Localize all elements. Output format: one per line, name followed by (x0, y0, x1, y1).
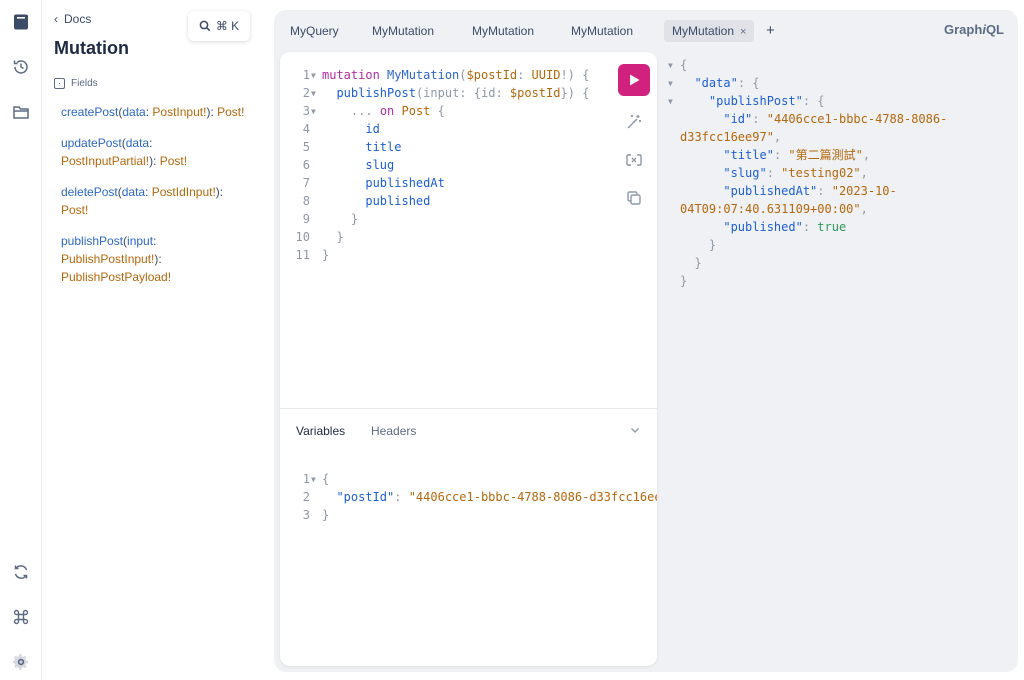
field-name[interactable]: deletePost (61, 185, 118, 199)
field-return-type[interactable]: Post! (160, 154, 187, 168)
shortcut-icon[interactable] (6, 602, 36, 632)
tab-my-mutation[interactable]: MyMutation (464, 20, 542, 42)
fold-arrow-icon[interactable]: ▼ (668, 75, 673, 93)
tab-label: MyMutation (672, 24, 735, 38)
docs-title: Mutation (54, 38, 129, 58)
field-name[interactable]: createPost (61, 105, 118, 119)
run-button[interactable] (618, 64, 650, 96)
fold-arrow-icon[interactable]: ▼ (311, 103, 316, 121)
code-line-3: ... on Post { (350, 104, 445, 118)
fold-arrow-icon[interactable]: ▼ (668, 57, 673, 75)
field-create-post: createPost(data: PostInput!): Post! (61, 105, 245, 119)
close-icon[interactable]: × (740, 26, 746, 38)
prettify-icon (627, 115, 641, 129)
docs-icon[interactable] (6, 7, 36, 37)
field-update-post: updatePost(data: PostInputPartial!): Pos… (61, 136, 188, 168)
merge-icon (626, 154, 642, 166)
refetch-icon[interactable] (6, 557, 36, 587)
field-arg-type[interactable]: PublishPostInput! (61, 252, 154, 266)
docs-back-link[interactable]: ‹ Docs (54, 12, 91, 26)
fields-icon: · (54, 78, 65, 89)
field-arg[interactable]: data (122, 105, 145, 119)
code-line-2: publishPost(input: {id: $postId}) { (336, 86, 590, 100)
chevron-left-icon: ‹ (54, 12, 58, 26)
field-name[interactable]: updatePost (61, 136, 122, 150)
code-line-10: } (336, 230, 344, 244)
tab-headers[interactable]: Headers (371, 424, 416, 438)
variables-editor[interactable]: 1 2 3 ▼ { "postId": "4406cce1-bbbc-4788-… (280, 470, 657, 530)
field-arg[interactable]: data (122, 185, 145, 199)
docs-panel: ‹ Docs ⌘ K Mutation · Fields createPost(… (42, 0, 274, 680)
tab-my-mutation[interactable]: MyMutation (364, 20, 442, 42)
field-arg[interactable]: input (127, 234, 153, 248)
copy-query-button[interactable] (620, 184, 648, 212)
field-return-type[interactable]: PublishPostPayload! (61, 270, 171, 284)
sidebar-icon-bar (0, 0, 42, 680)
field-arg[interactable]: data (126, 136, 149, 150)
field-return-type[interactable]: Post! (61, 203, 88, 217)
fold-arrow-icon[interactable]: ▼ (311, 67, 316, 85)
code-line-5: title (365, 140, 402, 154)
main-area: MyQuery MyMutation MyMutation MyMutation… (274, 10, 1018, 672)
copy-icon (627, 191, 641, 205)
tab-my-mutation-active[interactable]: MyMutation × (664, 20, 755, 42)
fold-arrow-icon[interactable]: ▼ (311, 85, 316, 103)
code-line-11: } (322, 248, 330, 262)
play-icon (630, 74, 640, 86)
prettify-button[interactable] (620, 108, 648, 136)
code-line-9: } (350, 212, 359, 226)
docs-search-button[interactable]: ⌘ K (188, 11, 250, 41)
code-line-4: id (365, 122, 380, 136)
settings-icon[interactable] (6, 647, 36, 677)
search-shortcut: ⌘ K (215, 19, 240, 33)
merge-fragments-button[interactable] (620, 146, 648, 174)
field-publish-post: publishPost(input: PublishPostInput!): P… (61, 234, 172, 284)
explorer-icon[interactable] (6, 97, 36, 127)
code-line-6: slug (365, 158, 395, 172)
field-name[interactable]: publishPost (61, 234, 123, 248)
code-line-8: published (365, 194, 431, 208)
variables-toolbar: Variables Headers (280, 408, 657, 454)
fold-arrow-icon[interactable]: ▼ (668, 93, 673, 111)
query-editor[interactable]: 1 2 3 4 5 6 7 8 9 10 11 ▼ ▼ ▼ mutation M… (280, 52, 657, 666)
tab-variables[interactable]: Variables (296, 424, 345, 438)
field-return-type[interactable]: Post! (217, 105, 244, 119)
code-line-1: mutation MyMutation($postId: UUID!) { (322, 68, 590, 82)
fields-label: Fields (71, 78, 98, 89)
fold-arrow-icon[interactable]: ▼ (311, 471, 316, 489)
fields-heading: · Fields (54, 78, 98, 89)
graphiql-logo: GraphiQL (944, 22, 1004, 37)
add-tab-button[interactable]: + (766, 20, 775, 42)
history-icon[interactable] (6, 52, 36, 82)
tab-my-mutation[interactable]: MyMutation (563, 20, 641, 42)
field-arg-type[interactable]: PostInputPartial! (61, 154, 149, 168)
code-line-7: publishedAt (365, 176, 445, 190)
field-delete-post: deletePost(data: PostIdInput!): Post! (61, 185, 224, 217)
chevron-down-icon[interactable] (629, 423, 641, 441)
tab-my-query[interactable]: MyQuery (282, 20, 347, 42)
docs-back-label: Docs (64, 12, 92, 26)
search-icon (199, 20, 211, 32)
field-arg-type[interactable]: PostInput! (152, 105, 206, 119)
field-arg-type[interactable]: PostIdInput! (152, 185, 216, 199)
